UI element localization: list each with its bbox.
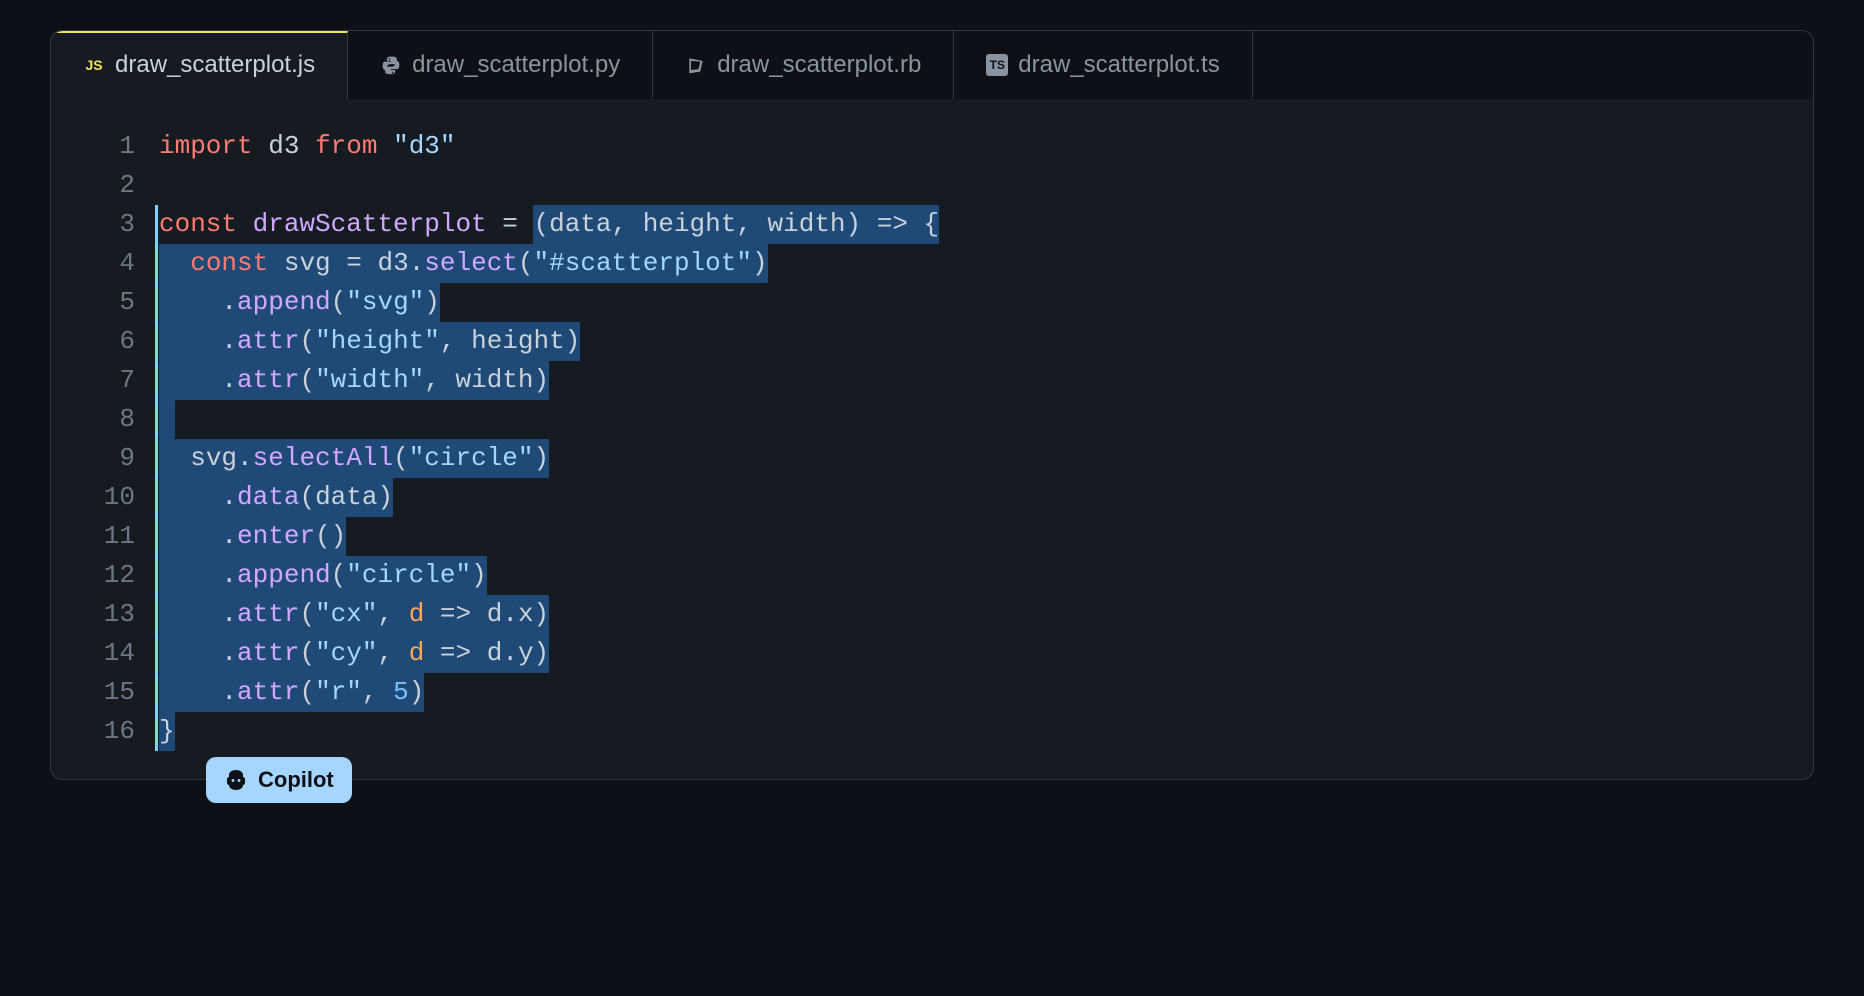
code-line: .data(data) (159, 478, 1813, 517)
code-line: const svg = d3.select("#scatterplot") (159, 244, 1813, 283)
line-number: 10 (51, 478, 135, 517)
code-line: const drawScatterplot = (data, height, w… (159, 205, 1813, 244)
code-line: .attr("cx", d => d.x) (159, 595, 1813, 634)
line-number: 5 (51, 283, 135, 322)
line-number: 13 (51, 595, 135, 634)
code-line: .attr("height", height) (159, 322, 1813, 361)
tab-label: draw_scatterplot.py (412, 51, 620, 79)
code-line (159, 400, 1813, 439)
tab-bar: JS draw_scatterplot.js draw_scatterplot.… (51, 31, 1813, 99)
line-number: 16 (51, 712, 135, 751)
line-number: 6 (51, 322, 135, 361)
ts-icon: TS (986, 54, 1008, 76)
code-line: svg.selectAll("circle") (159, 439, 1813, 478)
tab-label: draw_scatterplot.js (115, 51, 315, 79)
line-number: 8 (51, 400, 135, 439)
js-icon: JS (83, 54, 105, 76)
copilot-label: Copilot (258, 767, 334, 793)
copilot-icon (224, 768, 248, 792)
code-line: import d3 from "d3" (159, 127, 1813, 166)
line-number: 7 (51, 361, 135, 400)
editor-window: JS draw_scatterplot.js draw_scatterplot.… (50, 30, 1814, 780)
code-line: .enter() (159, 517, 1813, 556)
tab-js[interactable]: JS draw_scatterplot.js (51, 31, 348, 99)
copilot-button[interactable]: Copilot (206, 757, 352, 803)
line-number: 9 (51, 439, 135, 478)
line-number: 14 (51, 634, 135, 673)
code-line: .append("circle") (159, 556, 1813, 595)
code-line: .attr("cy", d => d.y) (159, 634, 1813, 673)
code-line (159, 166, 1813, 205)
tab-rb[interactable]: draw_scatterplot.rb (653, 31, 954, 99)
code-line: .append("svg") (159, 283, 1813, 322)
selection-indicator (155, 205, 158, 751)
tab-ts[interactable]: TS draw_scatterplot.ts (954, 31, 1252, 99)
line-number: 12 (51, 556, 135, 595)
line-number: 2 (51, 166, 135, 205)
line-number: 3 (51, 205, 135, 244)
line-number-gutter: 1 2 3 4 5 6 7 8 9 10 11 12 13 14 15 16 (51, 127, 159, 751)
code-line: .attr("width", width) (159, 361, 1813, 400)
code-line: .attr("r", 5) (159, 673, 1813, 712)
line-number: 1 (51, 127, 135, 166)
line-number: 15 (51, 673, 135, 712)
code-line: } (159, 712, 1813, 751)
code-area[interactable]: 1 2 3 4 5 6 7 8 9 10 11 12 13 14 15 16 i… (51, 99, 1813, 779)
tab-label: draw_scatterplot.rb (717, 51, 921, 79)
line-number: 4 (51, 244, 135, 283)
tab-label: draw_scatterplot.ts (1018, 51, 1219, 79)
python-icon (380, 54, 402, 76)
code-content[interactable]: import d3 from "d3" const drawScatterplo… (159, 127, 1813, 751)
line-number: 11 (51, 517, 135, 556)
tab-py[interactable]: draw_scatterplot.py (348, 31, 653, 99)
ruby-icon (685, 54, 707, 76)
